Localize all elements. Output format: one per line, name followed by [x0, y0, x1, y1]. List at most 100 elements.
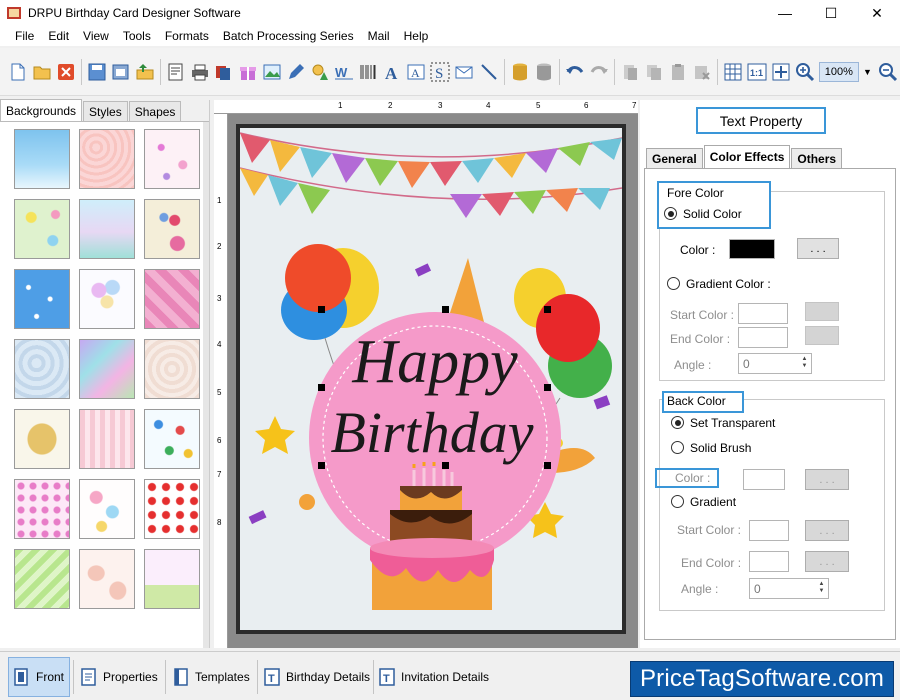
batch-print-button[interactable]	[214, 61, 235, 83]
zoom-in-button[interactable]	[794, 61, 815, 83]
fore-end-color-field[interactable]	[738, 327, 788, 348]
insert-image-button[interactable]	[262, 61, 283, 83]
background-thumbnail[interactable]	[14, 129, 70, 189]
fore-start-color-field[interactable]	[738, 303, 788, 324]
background-thumbnail[interactable]	[144, 199, 200, 259]
text-button[interactable]: A	[382, 61, 403, 83]
back-color-field[interactable]	[743, 469, 785, 490]
menu-formats[interactable]: Formats	[158, 29, 216, 43]
background-thumbnail[interactable]	[144, 479, 200, 539]
cut-button[interactable]	[619, 61, 640, 83]
wordart-button[interactable]: W	[334, 61, 355, 83]
gradient-color-radio[interactable]	[667, 277, 680, 290]
back-start-color-field[interactable]	[749, 520, 789, 541]
background-thumbnail[interactable]	[144, 339, 200, 399]
background-thumbnail[interactable]	[79, 409, 135, 469]
background-thumbnail[interactable]	[79, 339, 135, 399]
tab-properties[interactable]: Properties	[80, 657, 158, 697]
chevron-down-icon[interactable]: ▼	[863, 67, 872, 77]
actual-size-button[interactable]: 1:1	[746, 61, 767, 83]
grid-button[interactable]	[722, 61, 743, 83]
gift-button[interactable]	[238, 61, 259, 83]
fore-start-color-button[interactable]	[805, 302, 839, 321]
minimize-button[interactable]: —	[762, 0, 808, 26]
database-grey-button[interactable]	[533, 61, 554, 83]
tab-color-effects[interactable]: Color Effects	[703, 145, 791, 168]
print-button[interactable]	[190, 61, 211, 83]
tab-front[interactable]: Front	[8, 657, 70, 697]
save-button[interactable]	[87, 61, 108, 83]
delete-button[interactable]	[691, 61, 712, 83]
close-button[interactable]: ✕	[854, 0, 900, 26]
line-button[interactable]	[478, 61, 499, 83]
background-thumbnail[interactable]	[144, 129, 200, 189]
background-thumbnail[interactable]	[14, 339, 70, 399]
barcode-button[interactable]	[358, 61, 379, 83]
paste-button[interactable]	[667, 61, 688, 83]
back-color-browse-button[interactable]: . . .	[805, 469, 849, 490]
menu-batch-processing[interactable]: Batch Processing Series	[216, 29, 361, 43]
print-preview-button[interactable]	[166, 61, 187, 83]
background-thumbnail[interactable]	[14, 549, 70, 609]
new-button[interactable]	[8, 61, 29, 83]
card-text-birthday[interactable]: Birthday	[331, 400, 534, 465]
tab-invitation-details[interactable]: T Invitation Details	[378, 657, 489, 697]
solid-brush-radio[interactable]	[671, 441, 684, 454]
background-thumbnail[interactable]	[79, 269, 135, 329]
close-doc-button[interactable]	[56, 61, 77, 83]
solid-color-radio[interactable]	[664, 207, 677, 220]
open-button[interactable]	[32, 61, 53, 83]
save-as-button[interactable]	[111, 61, 132, 83]
tab-backgrounds[interactable]: Backgrounds	[0, 99, 83, 121]
pen-button[interactable]	[286, 61, 307, 83]
undo-button[interactable]	[564, 61, 585, 83]
left-panel-scrollbar[interactable]	[203, 122, 209, 648]
tab-templates[interactable]: Templates	[172, 657, 250, 697]
spin-arrows-icon[interactable]: ▲ ▼	[800, 356, 809, 371]
gradient-radio[interactable]	[671, 495, 684, 508]
back-angle-stepper[interactable]: 0 ▲ ▼	[749, 578, 829, 599]
background-thumbnail[interactable]	[79, 129, 135, 189]
background-thumbnail[interactable]	[144, 549, 200, 609]
card-text-happy[interactable]: Happy	[351, 328, 518, 396]
tab-general[interactable]: General	[646, 148, 703, 168]
maximize-button[interactable]: ☐	[808, 0, 854, 26]
back-end-color-field[interactable]	[749, 551, 789, 572]
back-end-color-button[interactable]: . . .	[805, 551, 849, 572]
menu-view[interactable]: View	[76, 29, 116, 43]
redo-button[interactable]	[588, 61, 609, 83]
tab-birthday-details[interactable]: T Birthday Details	[263, 657, 370, 697]
background-thumbnail[interactable]	[144, 409, 200, 469]
tab-styles[interactable]: Styles	[83, 101, 128, 121]
back-start-color-button[interactable]: . . .	[805, 520, 849, 541]
copy-button[interactable]	[643, 61, 664, 83]
fit-window-button[interactable]	[770, 61, 791, 83]
signature-button[interactable]: S	[430, 61, 451, 83]
menu-help[interactable]: Help	[397, 29, 436, 43]
shape-button[interactable]	[310, 61, 331, 83]
background-thumbnail[interactable]	[14, 199, 70, 259]
menu-tools[interactable]: Tools	[116, 29, 158, 43]
fore-end-color-button[interactable]	[805, 326, 839, 345]
fore-color-swatch[interactable]	[729, 239, 775, 259]
background-thumbnail[interactable]	[14, 269, 70, 329]
background-thumbnail[interactable]	[79, 199, 135, 259]
background-thumbnail[interactable]	[79, 479, 135, 539]
background-thumbnail[interactable]	[79, 549, 135, 609]
database-button[interactable]	[509, 61, 530, 83]
email-button[interactable]	[454, 61, 475, 83]
birthday-card[interactable]: Happy Birthday	[236, 124, 626, 634]
background-thumbnail[interactable]	[14, 479, 70, 539]
spin-arrows-icon[interactable]: ▲ ▼	[817, 581, 826, 596]
textbox-button[interactable]: A	[406, 61, 427, 83]
background-thumbnail[interactable]	[144, 269, 200, 329]
export-button[interactable]	[135, 61, 156, 83]
menu-mail[interactable]: Mail	[361, 29, 397, 43]
fore-angle-stepper[interactable]: 0 ▲ ▼	[738, 353, 812, 374]
zoom-out-button[interactable]	[877, 61, 898, 83]
tab-shapes[interactable]: Shapes	[128, 101, 182, 121]
tab-others[interactable]: Others	[791, 148, 843, 168]
menu-edit[interactable]: Edit	[41, 29, 76, 43]
background-thumbnail[interactable]	[14, 409, 70, 469]
set-transparent-radio[interactable]	[671, 416, 684, 429]
